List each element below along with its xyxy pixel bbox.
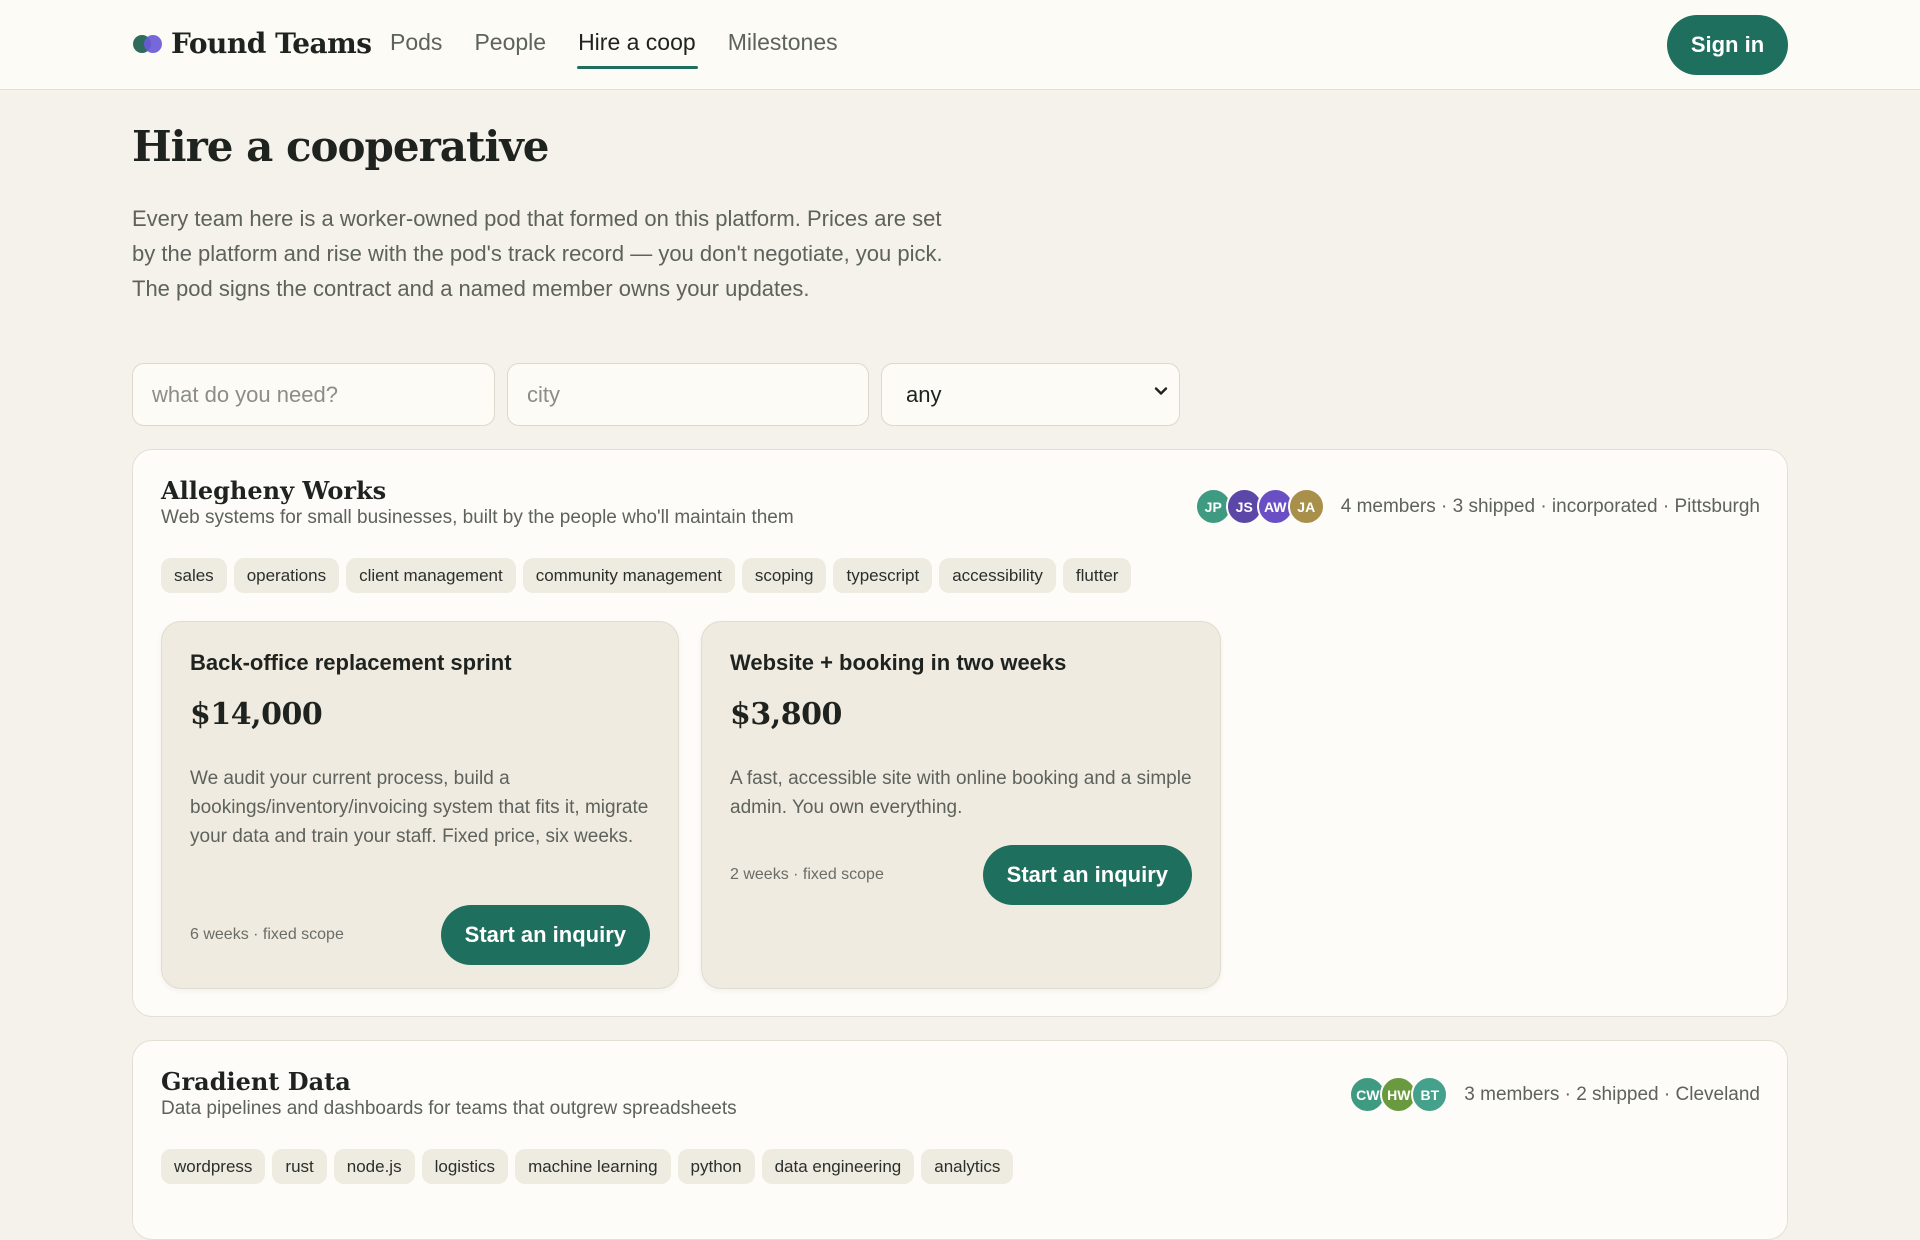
offer-description: We audit your current process, build a b… — [190, 768, 649, 847]
skill-tag: rust — [272, 1149, 327, 1184]
nav-milestones[interactable]: Milestones — [728, 0, 838, 60]
page-intro: Every team here is a worker-owned pod th… — [132, 206, 943, 301]
top-bar: Found Teams Pods People Hire a coop Mile… — [0, 0, 1920, 90]
skill-tag: scoping — [741, 558, 827, 593]
skill-tag: wordpress — [161, 1149, 266, 1184]
page-title: Hire a cooperative — [132, 122, 549, 171]
offer-title: Back-office replacement sprint — [190, 650, 512, 675]
team-name[interactable]: Allegheny Works — [161, 476, 386, 505]
team-stats: 3 members · 2 shipped · Cleveland — [1464, 1083, 1760, 1105]
brand[interactable]: Found Teams — [133, 27, 372, 60]
start-inquiry-button[interactable]: Start an inquiry — [440, 905, 650, 965]
member-avatars: JP JS AW JA — [1194, 488, 1325, 525]
team-stats: 4 members · 3 shipped · incorporated · P… — [1340, 495, 1760, 517]
offer-scope: 2 weeks · fixed scope — [730, 866, 884, 883]
filter-bar: any — [132, 363, 1180, 426]
skill-tag: node.js — [333, 1149, 415, 1184]
avatar[interactable]: BT — [1411, 1076, 1449, 1113]
offer-footer: 6 weeks · fixed scope Start an inquiry — [190, 905, 650, 965]
skill-tag: machine learning — [515, 1149, 671, 1184]
skill-tag: data engineering — [761, 1149, 915, 1184]
skill-tags: sales operations client management commu… — [161, 558, 1138, 593]
offer-title: Website + booking in two weeks — [730, 650, 1067, 675]
team-description: Data pipelines and dashboards for teams … — [161, 1098, 737, 1119]
nav-people[interactable]: People — [474, 0, 546, 60]
skill-tag: accessibility — [939, 558, 1056, 593]
need-search-input[interactable] — [132, 363, 495, 426]
team-card-allegheny-works: Allegheny Works Web systems for small bu… — [132, 449, 1788, 1017]
skill-tag: sales — [161, 558, 227, 593]
offer-footer: 2 weeks · fixed scope Start an inquiry — [730, 845, 1192, 905]
type-select[interactable]: any — [881, 363, 1180, 426]
offer-scope: 6 weeks · fixed scope — [190, 926, 344, 943]
skill-tag: typescript — [833, 558, 933, 593]
offer-card: Back-office replacement sprint $14,000 W… — [161, 621, 679, 989]
team-card-gradient-data: Gradient Data Data pipelines and dashboa… — [132, 1040, 1788, 1240]
brand-name: Found Teams — [171, 27, 372, 60]
skill-tag: python — [677, 1149, 755, 1184]
offer-description: A fast, accessible site with online book… — [730, 768, 1192, 818]
skill-tag: community management — [522, 558, 735, 593]
offer-price: $14,000 — [190, 697, 323, 732]
sign-in-button[interactable]: Sign in — [1667, 15, 1788, 75]
nav-hire-a-coop[interactable]: Hire a coop — [577, 0, 698, 69]
avatar[interactable]: JA — [1287, 488, 1325, 525]
skill-tag: analytics — [921, 1149, 1014, 1184]
skill-tag: client management — [346, 558, 516, 593]
team-meta: JP JS AW JA 4 members · 3 shipped · inco… — [1194, 488, 1760, 525]
member-avatars: CW HW BT — [1349, 1076, 1449, 1113]
skill-tags: wordpress rust node.js logistics machine… — [161, 1149, 1020, 1184]
offer-card: Website + booking in two weeks $3,800 A … — [701, 621, 1221, 989]
skill-tag: logistics — [421, 1149, 509, 1184]
city-input[interactable] — [507, 363, 869, 426]
brand-logo-icon — [133, 33, 165, 55]
main-nav: Pods People Hire a coop Milestones — [390, 0, 870, 89]
team-description: Web systems for small businesses, built … — [161, 507, 794, 528]
offer-price: $3,800 — [730, 697, 842, 732]
start-inquiry-button[interactable]: Start an inquiry — [982, 845, 1192, 905]
skill-tag: flutter — [1062, 558, 1132, 593]
team-meta: CW HW BT 3 members · 2 shipped · Clevela… — [1349, 1076, 1760, 1113]
skill-tag: operations — [233, 558, 340, 593]
team-name[interactable]: Gradient Data — [161, 1067, 351, 1096]
type-select-wrap: any — [881, 363, 1180, 426]
nav-pods[interactable]: Pods — [390, 0, 442, 60]
